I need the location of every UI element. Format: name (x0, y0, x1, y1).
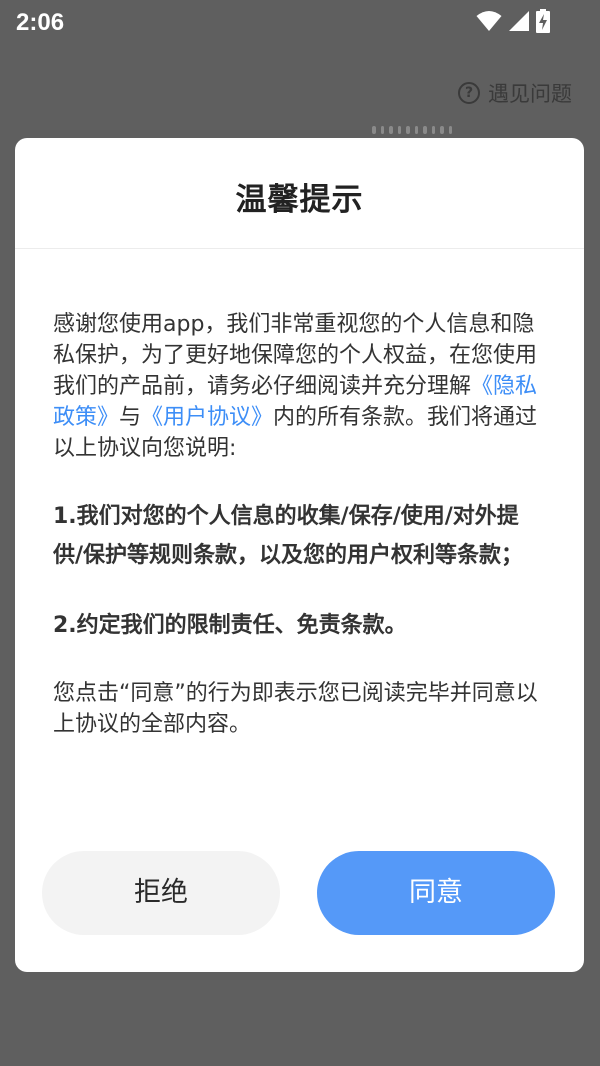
closing-paragraph: 您点击“同意”的行为即表示您已阅读完毕并同意以上协议的全部内容。 (53, 681, 538, 737)
signal-icon (508, 10, 530, 36)
divider (15, 248, 584, 249)
point-2: 2.约定我们的限制责任、免责条款。 (53, 613, 407, 638)
wifi-icon (476, 10, 502, 36)
user-agreement-link[interactable]: 《用户协议》 (141, 405, 273, 430)
status-icons (476, 9, 550, 37)
privacy-dialog: 温馨提示 感谢您使用app，我们非常重视您的个人信息和隐私保护，为了更好地保障您… (15, 138, 584, 972)
loading-indicator (372, 126, 452, 136)
refuse-button[interactable]: 拒绝 (42, 851, 280, 935)
agree-button[interactable]: 同意 (317, 851, 555, 935)
intro-prefix: 感谢您使用app，我们非常重视您的个人信息和隐私保护，为了更好地保障您的个人权益… (53, 312, 538, 399)
question-circle-icon: ? (458, 82, 480, 104)
intro-paragraph: 感谢您使用app，我们非常重视您的个人信息和隐私保护，为了更好地保障您的个人权益… (53, 309, 547, 464)
battery-charging-icon (536, 9, 550, 37)
status-bar: 2:06 (0, 0, 600, 48)
point-1: 1.我们对您的个人信息的收集/保存/使用/对外提供/保护等规则条款，以及您的用户… (53, 504, 524, 568)
status-time: 2:06 (16, 9, 65, 36)
help-label: 遇见问题 (488, 82, 572, 106)
dialog-body: 感谢您使用app，我们非常重视您的个人信息和隐私保护，为了更好地保障您的个人权益… (53, 309, 547, 740)
intro-connector: 与 (119, 405, 142, 430)
dialog-title: 温馨提示 (235, 182, 364, 218)
help-link[interactable]: ? 遇见问题 (458, 78, 572, 108)
